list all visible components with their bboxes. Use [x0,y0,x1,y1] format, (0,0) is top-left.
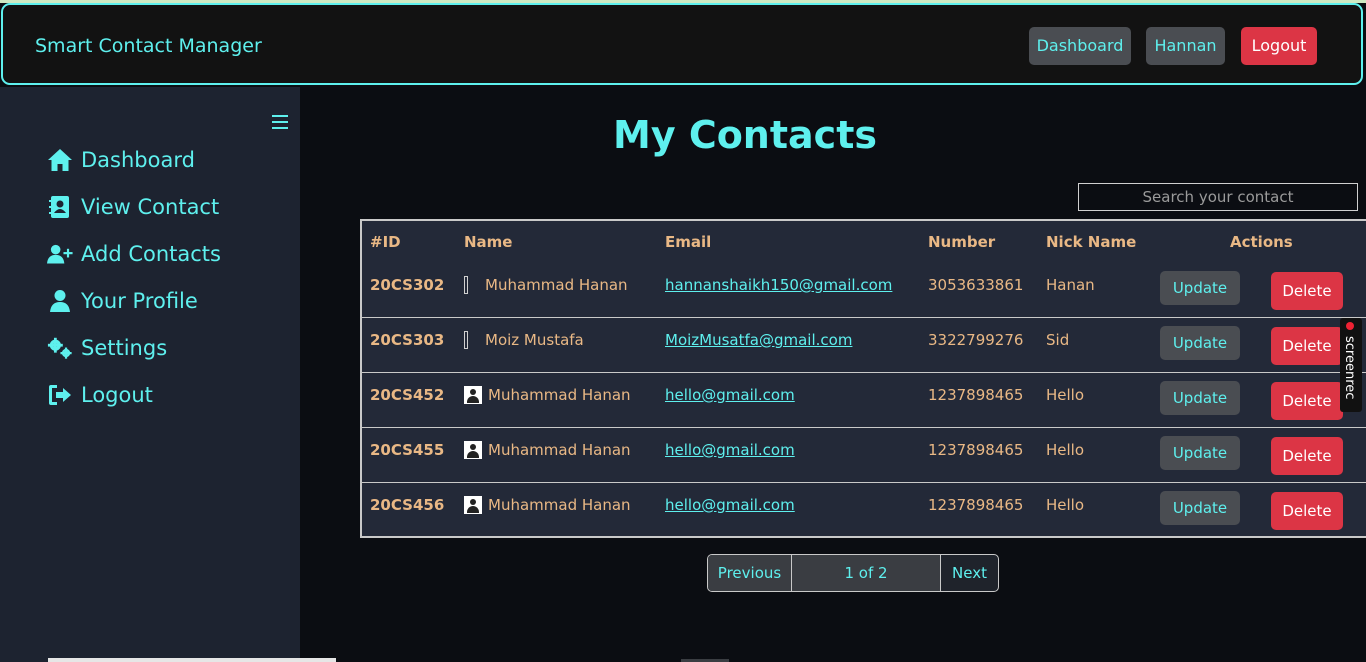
delete-button[interactable]: Delete [1271,327,1343,365]
user-plus-icon [47,241,73,267]
contact-id: 20CS455 [370,441,445,459]
sign-out-icon [47,382,73,408]
contact-email-link[interactable]: MoizMusatfa@gmail.com [665,331,852,349]
delete-button[interactable]: Delete [1271,382,1343,420]
update-button[interactable]: Update [1160,326,1240,360]
update-button[interactable]: Update [1160,271,1240,305]
sidebar-item-label: Dashboard [81,148,195,172]
contacts-table: #ID Name Email Number Nick Name Actions … [360,219,1366,538]
table-row: 20CS303 Moiz Mustafa MoizMusatfa@gmail.c… [362,317,1366,373]
contact-email-link[interactable]: hello@gmail.com [665,386,795,404]
update-button[interactable]: Update [1160,491,1240,525]
sidebar-item-label: Logout [81,383,153,407]
header-name: Name [464,233,513,251]
navbar: Smart Contact Manager Dashboard Hannan L… [1,3,1363,85]
table-header-row: #ID Name Email Number Nick Name Actions [362,221,1366,262]
sidebar-item-label: Your Profile [81,289,198,313]
broken-image-icon [464,331,468,349]
contact-nick-name: Hello [1046,496,1085,514]
sidebar-item-label: View Contact [81,195,220,219]
table-row: 20CS302 Muhammad Hanan hannanshaikh150@g… [362,262,1366,318]
user-icon [47,288,73,314]
table-row: 20CS455 Muhammad Hanan hello@gmail.com 1… [362,427,1366,483]
previous-page-button[interactable]: Previous [708,555,792,591]
screenrec-label: screenrec [1342,336,1357,400]
delete-button[interactable]: Delete [1271,437,1343,475]
contact-nick-name: Hanan [1046,276,1095,294]
home-icon [47,147,73,173]
screenrec-badge[interactable]: screenrec [1340,318,1362,412]
sidebar-item-view-contact[interactable]: View Contact [47,190,219,224]
avatar-icon [464,441,482,459]
avatar-icon [464,496,482,514]
brand-title[interactable]: Smart Contact Manager [35,35,262,57]
pagination: Previous 1 of 2 Next [707,554,999,592]
header-id: #ID [370,233,401,251]
contact-nick-name: Hello [1046,441,1085,459]
update-button[interactable]: Update [1160,436,1240,470]
sidebar-item-your-profile[interactable]: Your Profile [47,284,198,318]
search-input[interactable] [1078,183,1358,211]
sidebar-item-label: Add Contacts [81,242,221,266]
table-row: 20CS456 Muhammad Hanan hello@gmail.com 1… [362,482,1366,537]
contact-name: Muhammad Hanan [488,386,631,404]
contact-number: 3322799276 [928,331,1024,349]
nav-user-button[interactable]: Hannan [1146,27,1225,65]
contact-name: Muhammad Hanan [488,496,631,514]
contact-name-cell: Muhammad Hanan [464,441,631,459]
next-page-button[interactable]: Next [941,555,998,591]
contact-name: Muhammad Hanan [485,276,628,294]
contact-nick-name: Hello [1046,386,1085,404]
sidebar: Dashboard View Contact Add Contacts Your… [0,87,300,662]
contact-name-cell: Moiz Mustafa [464,331,584,349]
contact-name-cell: Muhammad Hanan [464,276,628,294]
record-dot-icon [1346,322,1354,330]
contact-name: Muhammad Hanan [488,441,631,459]
page-indicator: 1 of 2 [792,555,941,591]
delete-button[interactable]: Delete [1271,492,1343,530]
sidebar-item-dashboard[interactable]: Dashboard [47,143,195,177]
page-title: My Contacts [613,113,877,157]
header-actions: Actions [1230,233,1293,251]
contact-email-link[interactable]: hello@gmail.com [665,441,795,459]
contact-nick-name: Sid [1046,331,1070,349]
sidebar-item-logout[interactable]: Logout [47,378,153,412]
nav-dashboard-button[interactable]: Dashboard [1029,27,1131,65]
header-number: Number [928,233,996,251]
contact-email-link[interactable]: hello@gmail.com [665,496,795,514]
sidebar-item-label: Settings [81,336,168,360]
header-email: Email [665,233,712,251]
contact-id: 20CS456 [370,496,445,514]
contact-id: 20CS302 [370,276,445,294]
delete-button[interactable]: Delete [1271,272,1343,310]
sidebar-item-add-contacts[interactable]: Add Contacts [47,237,221,271]
contact-name: Moiz Mustafa [485,331,584,349]
avatar-icon [464,386,482,404]
update-button[interactable]: Update [1160,381,1240,415]
nav-logout-button[interactable]: Logout [1241,27,1317,65]
contact-number: 1237898465 [928,386,1024,404]
hamburger-menu-icon[interactable] [272,115,288,129]
contact-id: 20CS452 [370,386,445,404]
contact-name-cell: Muhammad Hanan [464,496,631,514]
broken-image-icon [464,276,468,294]
contact-number: 3053633861 [928,276,1024,294]
contact-email-link[interactable]: hannanshaikh150@gmail.com [665,276,892,294]
header-nick-name: Nick Name [1046,233,1137,251]
contact-number: 1237898465 [928,496,1024,514]
contact-name-cell: Muhammad Hanan [464,386,631,404]
contact-book-icon [47,194,73,220]
contact-id: 20CS303 [370,331,445,349]
gears-icon [47,335,73,361]
table-row: 20CS452 Muhammad Hanan hello@gmail.com 1… [362,372,1366,428]
horizontal-scrollbar[interactable] [48,658,336,662]
sidebar-item-settings[interactable]: Settings [47,331,167,365]
contact-number: 1237898465 [928,441,1024,459]
